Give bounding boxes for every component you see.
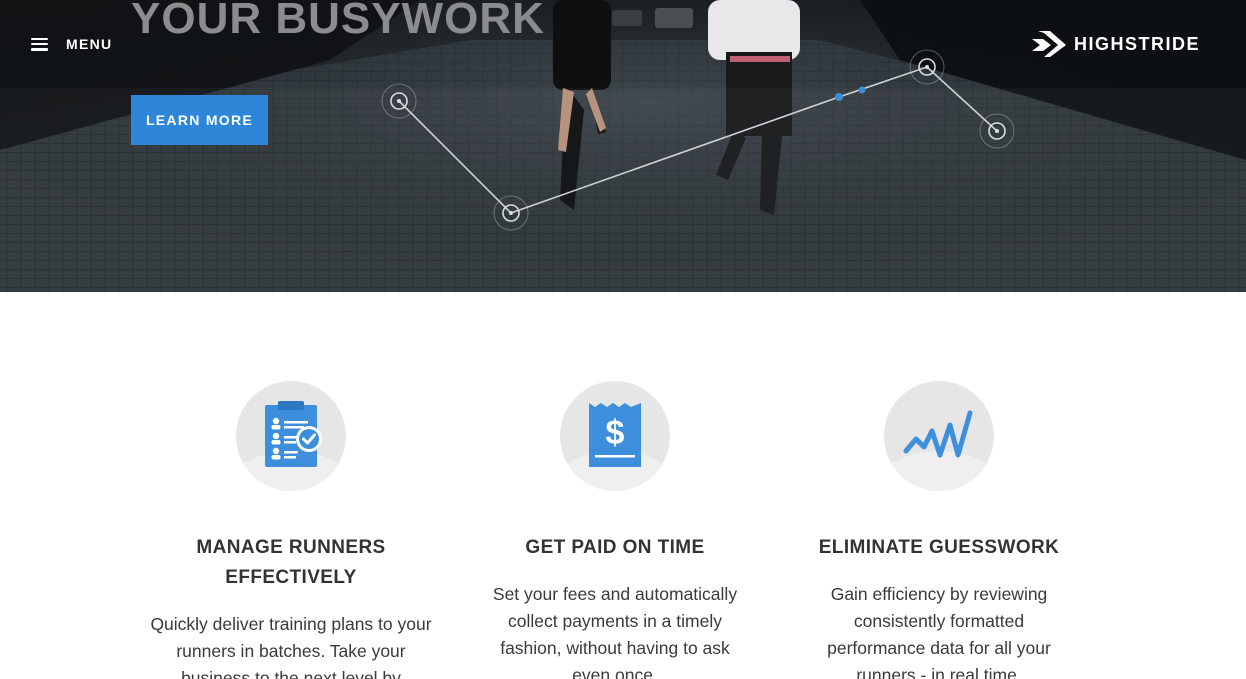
performance-graph-icon	[903, 410, 973, 458]
feature-description: Set your fees and automatically collect …	[492, 584, 738, 679]
feature-eliminate-guesswork: ELIMINATE GUESSWORK Gain efficiency by r…	[777, 381, 1101, 679]
learn-more-button[interactable]: LEARN MORE	[131, 95, 268, 145]
feature-title-line: MANAGE RUNNERS	[196, 537, 386, 558]
feature-title: MANAGE RUNNERS EFFECTIVELY	[196, 533, 385, 593]
feature-description: Quickly deliver training plans to your r…	[150, 614, 432, 679]
svg-text:$: $	[606, 414, 625, 452]
feature-title: GET PAID ON TIME	[525, 533, 704, 563]
feature-title: ELIMINATE GUESSWORK	[819, 533, 1060, 563]
feature-icon-badge: $	[560, 381, 670, 491]
brand-name: HIGHSTRIDE	[1074, 33, 1201, 54]
clipboard-runners-icon	[265, 401, 322, 467]
feature-icon-badge	[236, 381, 346, 491]
feature-title-line: GET PAID ON TIME	[525, 537, 705, 558]
hamburger-icon	[31, 37, 48, 51]
highstride-logo-icon	[1032, 31, 1066, 57]
feature-icon-badge	[884, 381, 994, 491]
hero-headline: YOUR BUSYWORK	[131, 0, 545, 43]
feature-manage-runners: MANAGE RUNNERS EFFECTIVELY Quickly deliv…	[129, 381, 453, 679]
feature-title-line: EFFECTIVELY	[225, 567, 357, 588]
feature-description: Gain efficiency by reviewing consistentl…	[827, 584, 1051, 679]
hero-section: YOUR BUSYWORK MENU HIGHSTRIDE LEARN MORE	[0, 0, 1246, 292]
page: YOUR BUSYWORK MENU HIGHSTRIDE LEARN MORE	[0, 0, 1246, 679]
brand-logo[interactable]: HIGHSTRIDE	[1030, 27, 1200, 61]
feature-get-paid: $ GET PAID ON TIME Set your fees and aut…	[453, 381, 777, 679]
feature-title-line: ELIMINATE GUESSWORK	[818, 537, 1060, 558]
menu-label: MENU	[66, 36, 113, 52]
menu-button[interactable]: MENU	[31, 34, 112, 54]
invoice-dollar-icon: $	[589, 403, 641, 467]
